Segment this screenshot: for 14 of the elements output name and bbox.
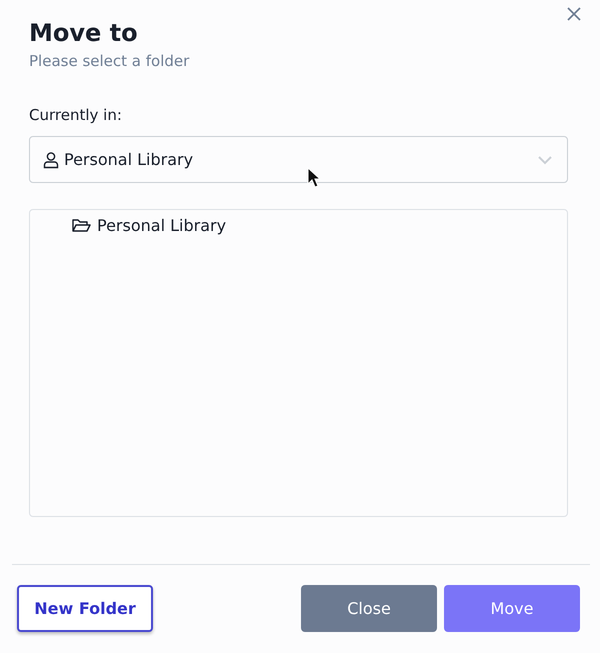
dropdown-value: Personal Library [64, 150, 194, 169]
dialog-title: Move to [29, 18, 139, 48]
new-folder-button[interactable]: New Folder [17, 585, 153, 632]
user-icon [42, 150, 60, 168]
close-icon[interactable] [566, 6, 582, 22]
move-button[interactable]: Move [444, 585, 580, 632]
folder-icon [72, 218, 91, 233]
tree-item[interactable]: Personal Library [70, 216, 228, 235]
location-dropdown[interactable]: Personal Library [29, 136, 568, 183]
close-button[interactable]: Close [301, 585, 437, 632]
chevron-down-icon [537, 154, 553, 164]
mouse-cursor-icon [307, 167, 321, 188]
dialog-subtitle: Please select a folder [29, 52, 190, 70]
field-label: Currently in: [29, 106, 123, 124]
